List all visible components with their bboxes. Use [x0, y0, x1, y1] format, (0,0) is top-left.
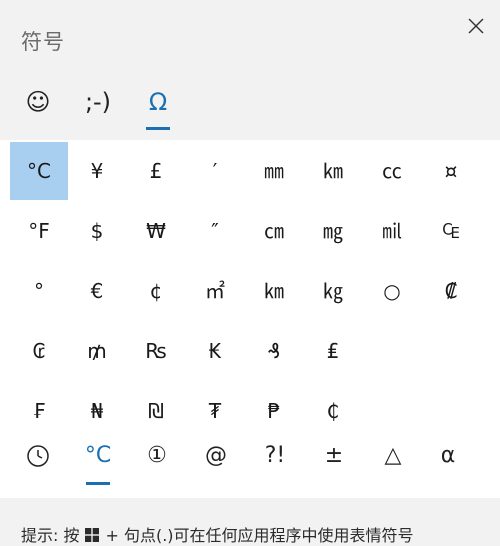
hint-suffix: + 句点(.)可在任何应用程序中使用表情符号	[105, 526, 414, 545]
symbol-cell[interactable]: ₢	[10, 322, 68, 380]
symbol-cell[interactable]: ₠	[422, 202, 480, 260]
symbol-cell[interactable]: ₨	[127, 322, 185, 380]
subcategory-bar: °C ① @ ?! ± △ α	[0, 430, 500, 498]
hint-text: 提示: 按 + 句点(.)可在任何应用程序中使用表情符号	[21, 522, 414, 546]
symbol-cell[interactable]: ㎞	[245, 262, 303, 320]
symbol-cell[interactable]: ″	[186, 202, 244, 260]
symbol-cell[interactable]: ₦	[68, 382, 126, 430]
symbol-cell[interactable]: ¥	[68, 142, 126, 200]
symbol-cell[interactable]: ¢	[127, 262, 185, 320]
symbol-cell[interactable]: ₤	[304, 322, 362, 380]
symbol-cell[interactable]: €	[68, 262, 126, 320]
symbol-cell[interactable]: °F	[10, 202, 68, 260]
symbol-cell[interactable]: ₥	[68, 322, 126, 380]
symbol-cell[interactable]: ₰	[245, 322, 303, 380]
symbol-cell[interactable]: $	[68, 202, 126, 260]
symbol-cell[interactable]: ㏕	[363, 202, 421, 260]
subtab-at[interactable]: @	[194, 434, 238, 478]
tab-kaomoji[interactable]: ;-)	[76, 80, 120, 124]
symbol-cell[interactable]: °C	[10, 142, 68, 200]
windows-key-icon	[85, 527, 100, 542]
symbol-cell[interactable]: ₵	[304, 382, 362, 430]
symbol-cell[interactable]: ₭	[186, 322, 244, 380]
subtab-greek[interactable]: α	[426, 434, 470, 478]
subtab-math[interactable]: ±	[312, 434, 356, 478]
symbol-cell[interactable]: ○	[363, 262, 421, 320]
tab-symbols[interactable]: Ω	[136, 80, 180, 124]
symbol-cell[interactable]: ¤	[422, 142, 480, 200]
symbol-cell[interactable]: ㎎	[304, 202, 362, 260]
symbol-grid: °C ¥ £ ′ ㎜ ㎞ ㏄ ¤ °F $ ₩ ″ ㎝ ㎎ ㏕ ₠ ° € ¢ …	[0, 140, 500, 430]
subtab-shapes[interactable]: △	[371, 434, 415, 478]
symbol-cell[interactable]: ₡	[422, 262, 480, 320]
kaomoji-icon: ;-)	[84, 88, 112, 116]
omega-icon: Ω	[148, 88, 168, 116]
panel-title: 符号	[21, 30, 65, 54]
symbol-cell[interactable]: ㏄	[363, 142, 421, 200]
subtab-enclosed[interactable]: ①	[135, 434, 179, 478]
symbol-cell[interactable]: ㎡	[186, 262, 244, 320]
tab-emoji[interactable]: ☺	[16, 80, 60, 124]
symbol-cell[interactable]: ₣	[10, 382, 68, 430]
subtab-clock[interactable]	[16, 434, 60, 478]
symbol-cell[interactable]: ′	[186, 142, 244, 200]
subtab-units[interactable]: °C	[76, 434, 120, 478]
symbol-cell[interactable]: ₪	[127, 382, 185, 430]
close-button[interactable]	[462, 12, 490, 40]
symbol-cell[interactable]: ㎜	[245, 142, 303, 200]
hint-prefix: 提示: 按	[21, 526, 80, 545]
symbol-cell[interactable]: ㎝	[245, 202, 303, 260]
symbol-cell[interactable]: ₮	[186, 382, 244, 430]
panel-header: 符号 ☺ ;-) Ω	[0, 0, 500, 140]
smiley-icon: ☺	[25, 88, 51, 116]
symbol-cell[interactable]: ㎞	[304, 142, 362, 200]
symbol-cell[interactable]: ₩	[127, 202, 185, 260]
active-subtab-indicator	[86, 482, 110, 485]
symbol-cell[interactable]: °	[10, 262, 68, 320]
active-tab-indicator	[146, 127, 170, 130]
symbol-cell[interactable]: £	[127, 142, 185, 200]
symbol-cell[interactable]: ㎏	[304, 262, 362, 320]
clock-icon	[26, 443, 50, 468]
subtab-punctuation[interactable]: ?!	[253, 434, 297, 478]
close-icon	[468, 18, 484, 34]
symbol-cell[interactable]: ₱	[245, 382, 303, 430]
hint-bar: 提示: 按 + 句点(.)可在任何应用程序中使用表情符号	[0, 498, 500, 546]
